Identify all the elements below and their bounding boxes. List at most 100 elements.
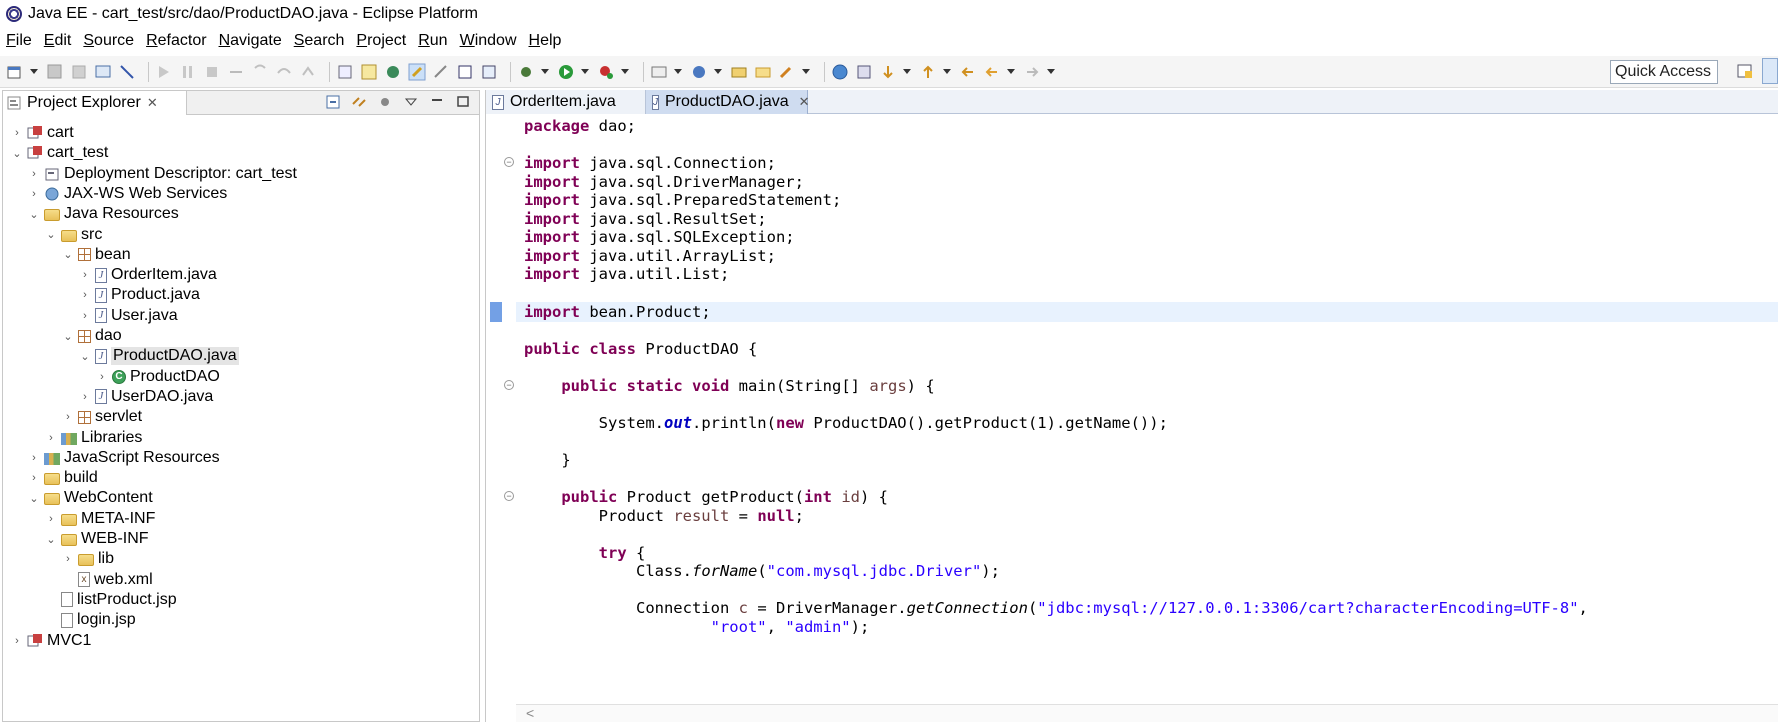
- forward-icon[interactable]: [1023, 63, 1041, 81]
- external-tools-dropdown-icon[interactable]: [621, 69, 629, 74]
- link-with-editor-icon[interactable]: [351, 94, 367, 110]
- server-dropdown-icon[interactable]: [674, 69, 682, 74]
- open-type-icon[interactable]: [730, 63, 748, 81]
- suspend-icon[interactable]: [179, 63, 197, 81]
- menu-refactor[interactable]: Refactor: [146, 32, 206, 50]
- chevron-right-icon[interactable]: ›: [45, 513, 57, 525]
- chevron-down-icon[interactable]: ⌄: [62, 249, 74, 261]
- menu-project[interactable]: Project: [356, 32, 406, 50]
- focus-icon[interactable]: [377, 94, 393, 110]
- open-task-icon[interactable]: [336, 63, 354, 81]
- fold-toggle-icon[interactable]: −: [504, 157, 514, 168]
- chevron-right-icon[interactable]: ›: [96, 371, 108, 383]
- close-icon[interactable]: ✕: [799, 94, 810, 110]
- tree-item-login-jsp[interactable]: login.jsp: [45, 610, 136, 630]
- server-icon[interactable]: [650, 63, 668, 81]
- step-return-icon[interactable]: [299, 63, 317, 81]
- paragraph-icon[interactable]: [480, 63, 498, 81]
- chevron-down-icon[interactable]: ⌄: [45, 229, 57, 241]
- step-into-icon[interactable]: [251, 63, 269, 81]
- menu-help[interactable]: Help: [529, 32, 562, 50]
- menu-navigate[interactable]: Navigate: [219, 32, 282, 50]
- tree-item-jax-ws-web-services[interactable]: › JAX-WS Web Services: [28, 184, 227, 204]
- forward-dropdown-icon[interactable]: [1047, 69, 1055, 74]
- save-all-icon[interactable]: [70, 63, 88, 81]
- next-annotation-icon[interactable]: [879, 63, 897, 81]
- tree-item-cart-test[interactable]: ⌄ cart_test: [11, 143, 108, 163]
- step-over-icon[interactable]: [275, 63, 293, 81]
- console-icon[interactable]: [94, 63, 112, 81]
- resume-icon[interactable]: [155, 63, 173, 81]
- tree-item-user-java[interactable]: › J User.java: [79, 306, 178, 326]
- tree-item-java-resources[interactable]: ⌄ Java Resources: [28, 204, 178, 224]
- tab-orderitem-java[interactable]: J OrderItem.java: [486, 90, 646, 114]
- block-selection-icon[interactable]: [432, 63, 450, 81]
- chevron-right-icon[interactable]: ›: [11, 127, 23, 139]
- tree-item-webcontent[interactable]: ⌄ WebContent: [28, 488, 152, 508]
- chevron-down-icon[interactable]: ⌄: [62, 330, 74, 343]
- new-icon[interactable]: [6, 63, 24, 81]
- previous-annotation-dropdown-icon[interactable]: [943, 69, 951, 74]
- chevron-down-icon[interactable]: ⌄: [11, 147, 23, 160]
- open-folder-icon[interactable]: [754, 63, 772, 81]
- open-perspective-icon[interactable]: [1736, 62, 1754, 80]
- chevron-down-icon[interactable]: ⌄: [45, 533, 57, 546]
- menu-edit[interactable]: Edit: [44, 32, 72, 50]
- new-dropdown-icon[interactable]: [30, 69, 38, 74]
- menu-search[interactable]: Search: [294, 32, 345, 50]
- collapse-all-icon[interactable]: [325, 94, 341, 110]
- mark-occurrences-icon[interactable]: [360, 63, 378, 81]
- tree-item-src[interactable]: ⌄ src: [45, 225, 102, 245]
- menu-window[interactable]: Window: [460, 32, 517, 50]
- chevron-right-icon[interactable]: ›: [28, 472, 40, 484]
- last-edit-location-icon[interactable]: [959, 63, 977, 81]
- tree-item-servlet[interactable]: › servlet: [62, 407, 142, 427]
- menu-run[interactable]: Run: [418, 32, 447, 50]
- tree-item-userdao-java[interactable]: › J UserDAO.java: [79, 387, 213, 407]
- tab-project-explorer[interactable]: Project Explorer ✕: [3, 91, 187, 115]
- run-icon[interactable]: [557, 63, 575, 81]
- chevron-right-icon[interactable]: ›: [45, 432, 57, 444]
- back-icon[interactable]: [983, 63, 1001, 81]
- debug-dropdown-icon[interactable]: [541, 69, 549, 74]
- tree-item-bean[interactable]: ⌄ bean: [62, 245, 130, 265]
- tree-item-orderitem-java[interactable]: › J OrderItem.java: [79, 265, 217, 285]
- run-dropdown-icon[interactable]: [581, 69, 589, 74]
- tree-item-mvc1[interactable]: › MVC1: [11, 631, 91, 651]
- chevron-down-icon[interactable]: ⌄: [28, 492, 40, 505]
- menu-file[interactable]: File: [6, 32, 32, 50]
- debug-icon[interactable]: [517, 63, 535, 81]
- tree-item-lib[interactable]: › lib: [62, 549, 114, 569]
- chevron-right-icon[interactable]: ›: [79, 269, 91, 281]
- maximize-icon[interactable]: [455, 94, 471, 110]
- search-tool-icon[interactable]: [778, 63, 796, 81]
- new-class-dropdown-icon[interactable]: [714, 69, 722, 74]
- tree-item-web-xml[interactable]: x web.xml: [62, 570, 153, 590]
- tree-item-meta-inf[interactable]: › META-INF: [45, 509, 155, 529]
- minimize-icon[interactable]: [429, 94, 445, 110]
- toggle-breadcrumb-icon[interactable]: [384, 63, 402, 81]
- chevron-right-icon[interactable]: ›: [28, 188, 40, 200]
- scroll-left-icon[interactable]: <: [526, 705, 534, 721]
- disconnect-icon[interactable]: [227, 63, 245, 81]
- search-dropdown-icon[interactable]: [802, 69, 810, 74]
- skip-breakpoints-icon[interactable]: [118, 63, 136, 81]
- chevron-down-icon[interactable]: ⌄: [79, 350, 91, 363]
- horizontal-scrollbar[interactable]: <: [516, 704, 1778, 722]
- chevron-right-icon[interactable]: ›: [79, 289, 91, 301]
- terminate-icon[interactable]: [203, 63, 221, 81]
- close-icon[interactable]: ✕: [147, 95, 158, 111]
- tree-item-web-inf[interactable]: ⌄ WEB-INF: [45, 529, 148, 549]
- web-browser-icon[interactable]: [855, 63, 873, 81]
- tree-item-productdao-java[interactable]: ⌄ J ProductDAO.java: [79, 346, 239, 366]
- java-ee-perspective-button[interactable]: [1762, 58, 1778, 84]
- tab-productdao-java[interactable]: J ProductDAO.java ✕: [646, 90, 810, 114]
- fold-toggle-icon[interactable]: −: [504, 491, 514, 501]
- tree-item-listproduct-jsp[interactable]: listProduct.jsp: [45, 590, 177, 610]
- tree-item-libraries[interactable]: › Libraries: [45, 428, 142, 448]
- tree-item-product-java[interactable]: › J Product.java: [79, 285, 200, 305]
- back-dropdown-icon[interactable]: [1007, 69, 1015, 74]
- tree-item-javascript-resources[interactable]: › JavaScript Resources: [28, 448, 219, 468]
- menu-source[interactable]: Source: [83, 32, 134, 50]
- tree-item-cart[interactable]: › cart: [11, 123, 74, 143]
